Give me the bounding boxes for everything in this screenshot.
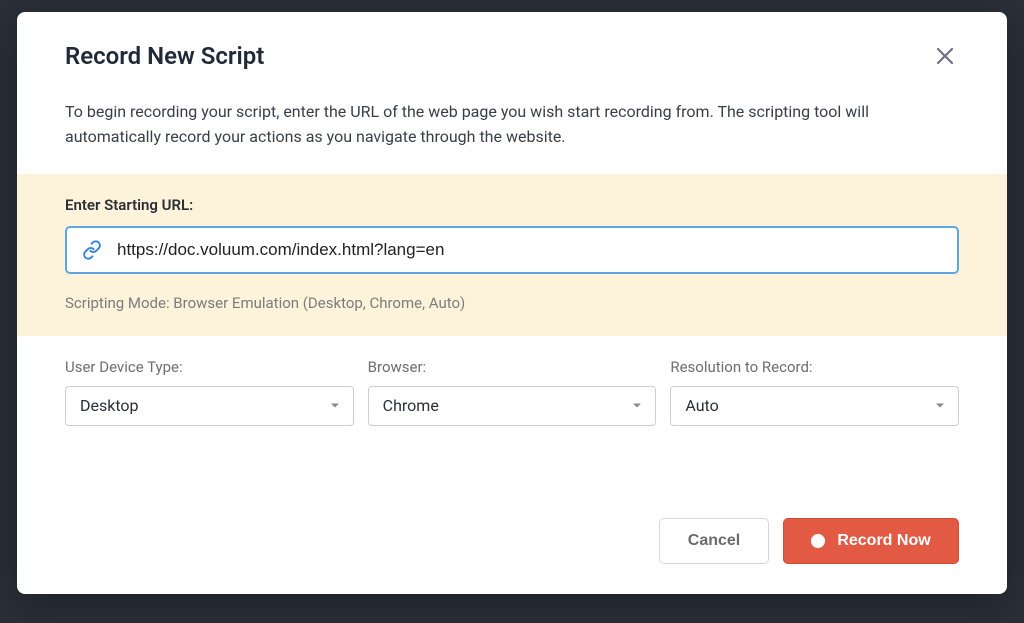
caret-down-icon bbox=[934, 396, 946, 415]
record-new-script-modal: Record New Script To begin recording you… bbox=[17, 12, 1007, 594]
modal-header: Record New Script bbox=[17, 12, 1007, 72]
cancel-button[interactable]: Cancel bbox=[659, 518, 769, 564]
modal-title: Record New Script bbox=[65, 42, 264, 70]
resolution-value: Auto bbox=[685, 396, 718, 415]
url-section: Enter Starting URL: Scripting Mode: Brow… bbox=[17, 174, 1007, 336]
resolution-column: Resolution to Record: Auto bbox=[670, 358, 959, 426]
url-label: Enter Starting URL: bbox=[65, 196, 959, 214]
record-button-label: Record Now bbox=[837, 532, 930, 550]
browser-value: Chrome bbox=[383, 396, 439, 415]
device-type-value: Desktop bbox=[80, 396, 139, 415]
browser-column: Browser: Chrome bbox=[368, 358, 657, 426]
cancel-button-label: Cancel bbox=[688, 532, 740, 550]
options-row: User Device Type: Desktop Browser: Chrom… bbox=[17, 336, 1007, 436]
caret-down-icon bbox=[631, 396, 643, 415]
caret-down-icon bbox=[329, 396, 341, 415]
close-button[interactable] bbox=[931, 44, 959, 72]
modal-footer: Cancel Record Now bbox=[17, 494, 1007, 594]
browser-label: Browser: bbox=[368, 358, 657, 376]
device-type-select[interactable]: Desktop bbox=[65, 386, 354, 426]
record-now-button[interactable]: Record Now bbox=[783, 518, 959, 564]
resolution-select[interactable]: Auto bbox=[670, 386, 959, 426]
url-input-container[interactable] bbox=[65, 226, 959, 274]
modal-description: To begin recording your script, enter th… bbox=[17, 72, 1007, 174]
scripting-mode-text: Scripting Mode: Browser Emulation (Deskt… bbox=[65, 294, 959, 312]
close-icon bbox=[936, 45, 954, 71]
resolution-label: Resolution to Record: bbox=[670, 358, 959, 376]
device-type-column: User Device Type: Desktop bbox=[65, 358, 354, 426]
record-icon bbox=[811, 534, 825, 548]
device-type-label: User Device Type: bbox=[65, 358, 354, 376]
browser-select[interactable]: Chrome bbox=[368, 386, 657, 426]
url-input[interactable] bbox=[117, 228, 943, 272]
link-icon bbox=[81, 239, 103, 261]
